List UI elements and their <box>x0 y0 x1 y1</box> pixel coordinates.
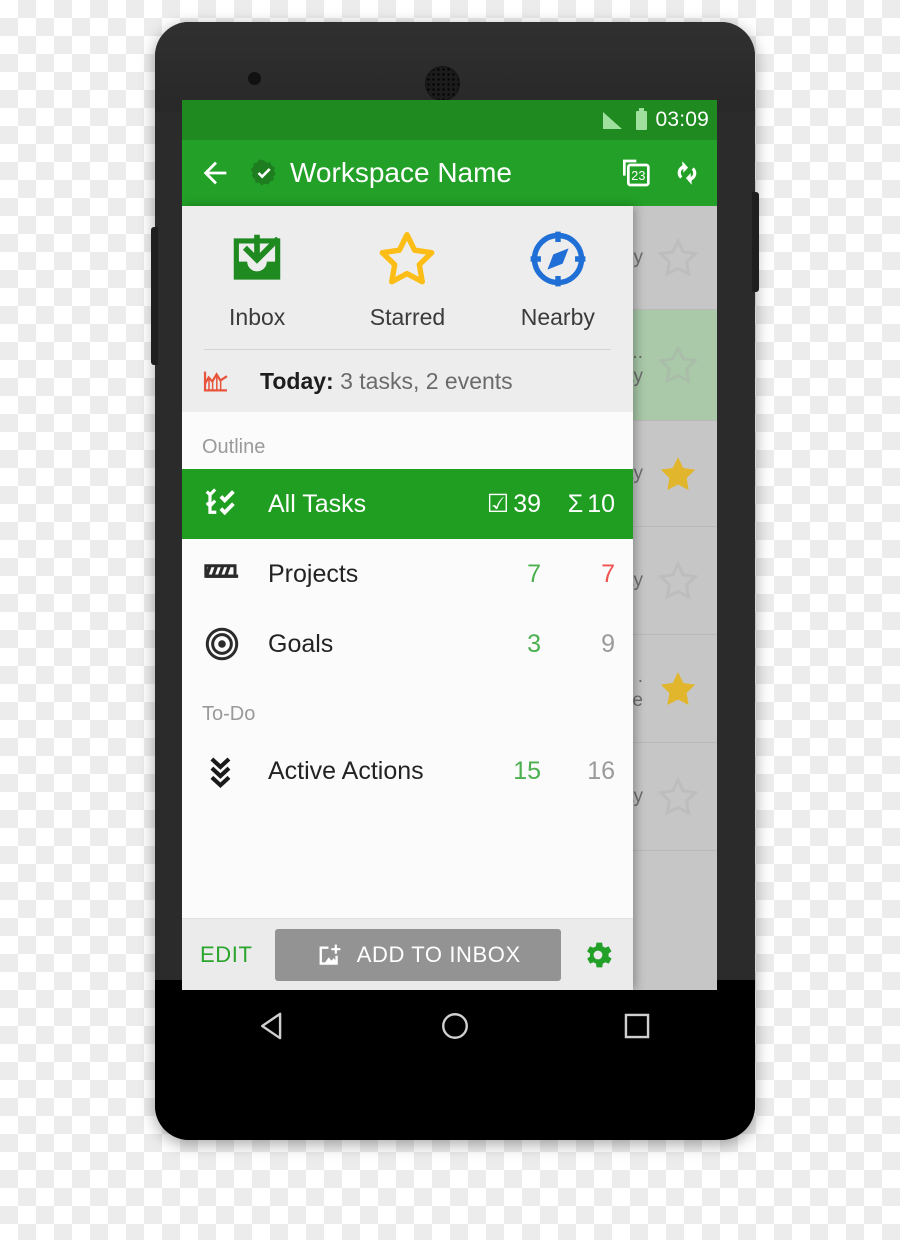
chart-line-icon <box>203 371 228 392</box>
drawer-scroll-area[interactable]: Outline All Tasks ☑ 39 Σ 10 Projects 7 7… <box>182 412 633 918</box>
nav-count-right-value: 10 <box>587 489 615 518</box>
star-outline-icon <box>332 222 482 296</box>
goal-target-icon <box>205 627 239 661</box>
back-arrow-icon[interactable] <box>198 156 232 190</box>
shortcut-label: Inbox <box>229 304 286 330</box>
today-summary-text: Today: 3 tasks, 2 events <box>260 368 513 395</box>
power-button[interactable] <box>752 192 759 292</box>
status-bar: 03:09 <box>182 100 717 140</box>
shortcut-inbox[interactable]: Inbox <box>182 222 332 331</box>
nav-item-active-actions[interactable]: Active Actions 15 16 <box>182 736 633 806</box>
add-to-inbox-label: ADD TO INBOX <box>356 941 521 967</box>
nav-item-label: Active Actions <box>268 756 424 785</box>
phone-device: 03:09 Workspace Name 23 ... . e Inbox St… <box>151 22 759 1140</box>
sync-refresh-icon[interactable] <box>671 157 703 189</box>
nav-back-triangle-icon[interactable] <box>256 1009 290 1043</box>
shortcut-label: Starred <box>369 304 446 330</box>
calendar-badge-number: 23 <box>631 169 645 183</box>
nav-item-projects[interactable]: Projects 7 7 <box>182 539 633 609</box>
shortcut-strip: Inbox Starred Nearby <box>182 206 633 339</box>
screenshot-stage: 03:09 Workspace Name 23 ... . e Inbox St… <box>0 0 900 1240</box>
today-label: Today: <box>260 367 334 394</box>
nav-count-right: 16 <box>587 756 615 785</box>
shortcut-starred[interactable]: Starred <box>332 222 482 331</box>
phone-top-bezel <box>155 22 755 112</box>
front-camera <box>248 72 261 85</box>
nav-count-left: 15 <box>513 756 541 785</box>
add-to-inbox-button[interactable]: ADD TO INBOX <box>274 928 561 981</box>
earpiece-speaker <box>425 66 460 101</box>
edit-button[interactable]: EDIT <box>200 942 253 968</box>
section-header-todo: To-Do <box>182 679 633 736</box>
nav-count-left: 3 <box>527 629 541 658</box>
nav-item-label: Projects <box>268 559 359 588</box>
shortcut-nearby[interactable]: Nearby <box>483 222 633 331</box>
section-header-outline: Outline <box>182 412 633 469</box>
compass-icon <box>483 222 633 296</box>
nav-count-right: Σ 10 <box>541 490 615 519</box>
verified-check-badge-icon <box>250 159 276 186</box>
nav-count-left: 7 <box>527 559 541 588</box>
workspace-title: Workspace Name <box>290 157 513 188</box>
projects-stripes-icon <box>204 564 239 578</box>
today-summary-row[interactable]: Today: 3 tasks, 2 events <box>182 350 633 412</box>
volume-button[interactable] <box>151 227 158 365</box>
star-outline-icon[interactable] <box>655 775 701 819</box>
battery-icon <box>636 107 648 130</box>
double-chevron-down-icon <box>210 757 231 789</box>
app-bar: Workspace Name 23 <box>182 140 717 206</box>
gear-icon[interactable] <box>581 938 615 972</box>
navigation-drawer: Inbox Starred Nearby Today: 3 tasks, 2 e… <box>182 206 633 990</box>
nav-count-left: ☑ 39 <box>467 489 541 519</box>
status-bar-clock: 03:09 <box>655 108 709 131</box>
phone-screen: 03:09 Workspace Name 23 ... . e Inbox St… <box>182 100 717 990</box>
sigma-glyph: Σ <box>567 489 584 518</box>
shortcut-label: Nearby <box>520 304 595 330</box>
tasks-checklist-icon <box>205 488 235 516</box>
nav-count-right: 7 <box>601 559 615 588</box>
inbox-download-icon <box>182 222 332 296</box>
signal-bars-icon <box>603 111 623 129</box>
nav-recents-square-icon[interactable] <box>620 1009 654 1043</box>
nav-item-all-tasks[interactable]: All Tasks ☑ 39 Σ 10 <box>182 469 633 539</box>
calendar-stack-icon[interactable]: 23 <box>619 157 651 189</box>
star-outline-icon[interactable] <box>655 343 701 387</box>
star-outline-icon[interactable] <box>655 559 701 603</box>
shortcut-divider <box>182 339 633 350</box>
add-item-icon <box>319 944 341 965</box>
nav-item-goals[interactable]: Goals 3 9 <box>182 609 633 679</box>
today-summary: 3 tasks, 2 events <box>333 367 513 394</box>
checkbox-glyph: ☑ <box>486 490 510 518</box>
star-filled-icon[interactable] <box>655 667 701 711</box>
drawer-bottom-bar: EDIT ADD TO INBOX <box>182 918 633 990</box>
star-outline-icon[interactable] <box>655 236 701 280</box>
nav-count-right: 9 <box>601 629 615 658</box>
nav-item-label: All Tasks <box>268 489 367 518</box>
nav-item-label: Goals <box>268 629 334 658</box>
android-nav-bar <box>182 990 728 1062</box>
nav-item-partial-cutoff[interactable] <box>182 806 633 846</box>
nav-count-left-value: 39 <box>513 490 541 518</box>
star-filled-icon[interactable] <box>655 452 701 496</box>
nav-home-circle-icon[interactable] <box>438 1009 472 1043</box>
